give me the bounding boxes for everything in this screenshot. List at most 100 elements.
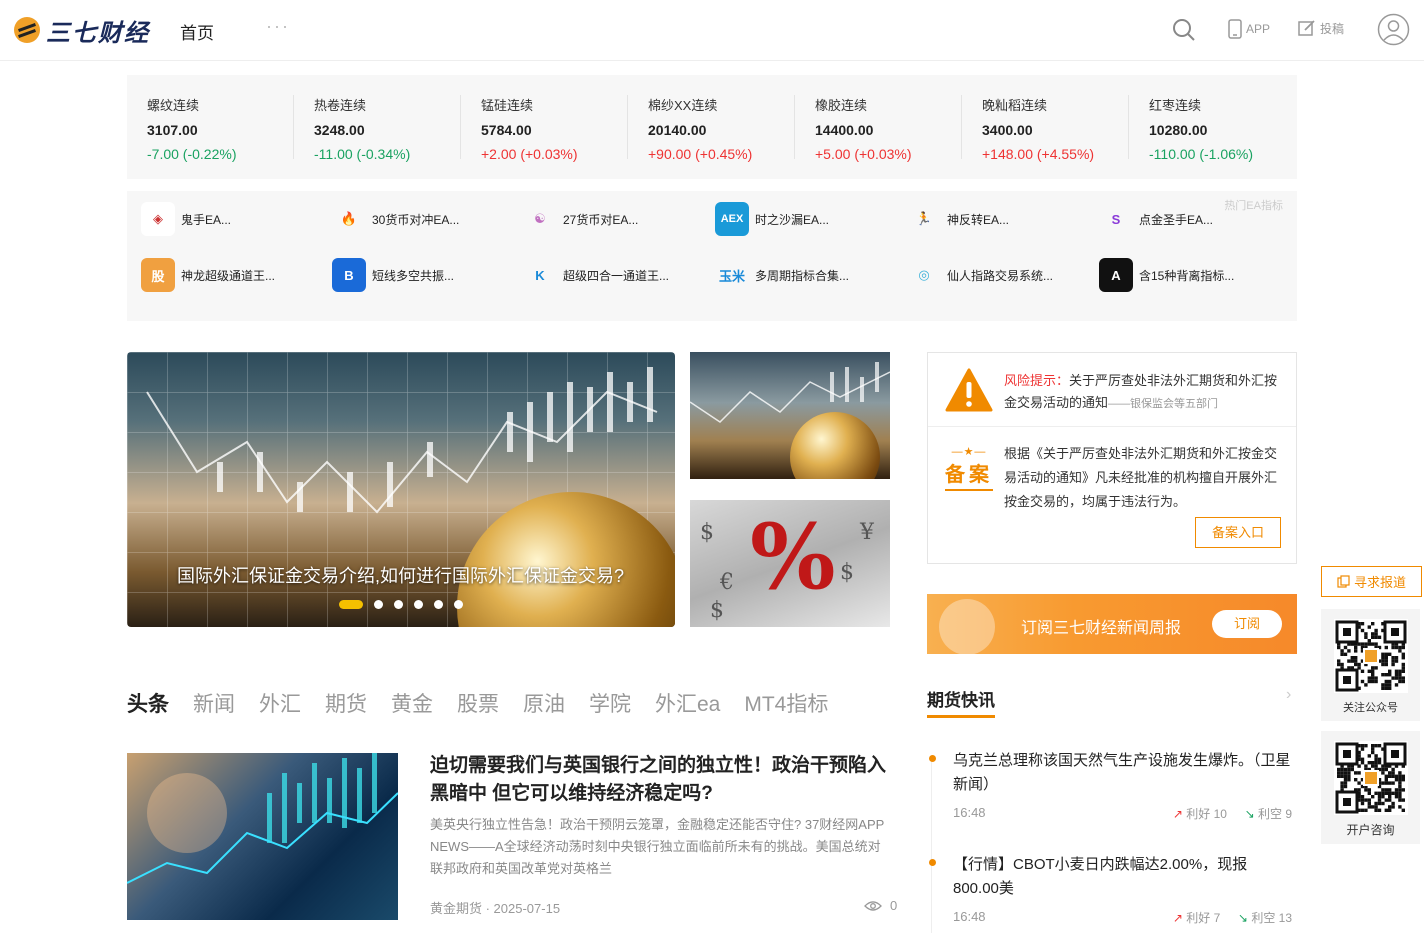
- featured-thumb-globe[interactable]: [690, 352, 890, 479]
- timeline-dot: [929, 755, 936, 762]
- post-label: 投稿: [1320, 21, 1345, 36]
- quote-price: 14400.00: [815, 122, 874, 138]
- ea-item-name: 神龙超级通道王...: [181, 268, 276, 283]
- flash-text: 乌克兰总理称该国天然气生产设施发生爆炸。（卫星新闻）: [953, 752, 1291, 793]
- quote-item[interactable]: 红枣连续 10280.00 -110.00 (-1.06%): [1129, 95, 1296, 162]
- carousel-dot-active[interactable]: [339, 600, 363, 609]
- ea-item[interactable]: B 短线多空共振...: [332, 257, 517, 293]
- quote-change: -11.00 (-0.34%): [314, 146, 411, 162]
- risk-notice-text[interactable]: 风险提示：关于严厉查处非法外汇期货和外汇按金交易活动的通知——银保监会等五部门: [1004, 370, 1284, 415]
- newsletter-subscribe-banner[interactable]: 订阅三七财经新闻周报 订阅: [927, 594, 1297, 655]
- ea-item[interactable]: AEX 时之沙漏EA...: [715, 201, 900, 237]
- ea-item-name: 多周期指标合集...: [755, 268, 850, 283]
- chevron-right-icon[interactable]: ›: [1286, 686, 1291, 704]
- tab-forex[interactable]: 外汇: [259, 688, 301, 718]
- flash-time: 16:48: [953, 909, 986, 924]
- beian-label: 备案: [945, 458, 993, 491]
- risk-description: 根据《关于严厉查处非法外汇期货和外汇按金交易活动的通知》凡未经批准的机构擅自开展…: [1004, 446, 1278, 509]
- ea-item-name: 点金圣手EA...: [1139, 212, 1214, 227]
- ea-item-name: 超级四合一通道王...: [563, 268, 670, 283]
- ea-item[interactable]: 股神龙超级通道王...: [141, 257, 326, 293]
- top-header: 三七财经 首页 ··· APP 投稿: [0, 0, 1424, 61]
- qr-pattern: [1335, 620, 1406, 692]
- main-banner-carousel[interactable]: 国际外汇保证金交易介绍,如何进行国际外汇保证金交易?: [127, 352, 675, 627]
- timeline-dot: [929, 859, 936, 866]
- qr-account-box: 开户咨询: [1321, 731, 1420, 844]
- risk-source: ——银保监会等五部门: [1108, 398, 1219, 410]
- logo-text: 三七财经: [46, 17, 150, 47]
- nav-more-icon[interactable]: ···: [266, 16, 290, 37]
- runner-icon: 🏃: [915, 211, 933, 226]
- futures-quote-bar: 螺纹连续 3107.00 -7.00 (-0.22%) 热卷连续 3248.00…: [127, 75, 1297, 179]
- tab-stocks[interactable]: 股票: [457, 688, 499, 718]
- quote-item[interactable]: 橡胶连续 14400.00 +5.00 (+0.03%): [795, 95, 962, 162]
- phone-icon: [1228, 19, 1242, 39]
- tab-news[interactable]: 新闻: [193, 688, 235, 718]
- quote-change: +5.00 (+0.03%): [815, 146, 912, 162]
- aex-icon: AEX: [715, 202, 749, 236]
- quote-change: +2.00 (+0.03%): [481, 146, 578, 162]
- article-thumbnail[interactable]: [127, 753, 398, 920]
- risk-notice-header: 风险提示：关于严厉查处非法外汇期货和外汇按金交易活动的通知——银保监会等五部门: [928, 353, 1296, 427]
- flash-item[interactable]: 乌克兰总理称该国天然气生产设施发生爆炸。（卫星新闻） 16:48 ↗ 利好 10…: [927, 749, 1292, 822]
- ea-item[interactable]: K 超级四合一通道王...: [523, 257, 708, 293]
- user-avatar-icon[interactable]: [1377, 13, 1410, 46]
- euro-sign-icon: €: [720, 570, 734, 595]
- ea-item[interactable]: 玉米 多周期指标合集...: [715, 257, 900, 293]
- ea-item[interactable]: ☯ 27货币对EA...: [523, 201, 708, 237]
- app-download-link[interactable]: APP: [1228, 19, 1270, 39]
- seek-report-label: 寻求报道: [1353, 575, 1406, 590]
- percent-graphic: %: [750, 504, 836, 610]
- subscribe-button[interactable]: 订阅: [1212, 610, 1282, 638]
- article-title[interactable]: 迫切需要我们与英国银行之间的独立性！政治干预陷入黑暗中 但它可以维持经济稳定吗?: [430, 752, 898, 808]
- site-logo[interactable]: 三七财经: [14, 14, 150, 47]
- quote-price: 10280.00: [1149, 122, 1208, 138]
- flame-drop-icon: 🔥: [340, 211, 358, 226]
- carousel-dot[interactable]: [374, 600, 383, 609]
- tab-forex-ea[interactable]: 外汇ea: [655, 688, 720, 718]
- b-logo-icon: B: [332, 258, 366, 292]
- quote-item[interactable]: 螺纹连续 3107.00 -7.00 (-0.22%): [127, 95, 294, 162]
- ea-item[interactable]: 🔥 30货币对冲EA...: [332, 201, 517, 237]
- ea-item-name: 27货币对EA...: [563, 212, 639, 227]
- bearish-vote[interactable]: ↘ 利空 9: [1245, 807, 1292, 821]
- flash-time: 16:48: [953, 805, 986, 820]
- tab-futures[interactable]: 期货: [325, 688, 367, 718]
- featured-thumb-percent[interactable]: $ € $ ¥ $ %: [690, 500, 890, 627]
- bearish-vote[interactable]: ↘ 利空 13: [1238, 911, 1292, 925]
- tab-oil[interactable]: 原油: [523, 688, 565, 718]
- ea-item[interactable]: A 含15种背离指标...: [1099, 257, 1284, 293]
- tab-headline[interactable]: 头条: [127, 688, 169, 718]
- tab-academy[interactable]: 学院: [589, 688, 631, 718]
- ea-item[interactable]: S 点金圣手EA...: [1099, 201, 1284, 237]
- tab-gold[interactable]: 黄金: [391, 688, 433, 718]
- flash-item[interactable]: 【行情】CBOT小麦日内跌幅达2.00%，现报800.00美 16:48 ↗ 利…: [927, 853, 1292, 926]
- carousel-dot[interactable]: [414, 600, 423, 609]
- bullish-vote[interactable]: ↗ 利好 10: [1173, 807, 1227, 821]
- a-logo-icon: A: [1099, 258, 1133, 292]
- cube-s-icon: S: [1111, 211, 1121, 227]
- carousel-dot[interactable]: [394, 600, 403, 609]
- futures-flash-title[interactable]: 期货快讯: [927, 686, 995, 718]
- risk-title-prefix: 风险提示：: [1004, 373, 1070, 388]
- trend-down-icon: ↘: [1244, 807, 1255, 821]
- ea-item[interactable]: ◈ 鬼手EA...: [141, 201, 326, 237]
- article-views: 0: [864, 898, 897, 913]
- submit-article-link[interactable]: 投稿: [1298, 19, 1344, 37]
- quote-item[interactable]: 锰硅连续 5784.00 +2.00 (+0.03%): [461, 95, 628, 162]
- quote-item[interactable]: 棉纱XX连续 20140.00 +90.00 (+0.45%): [628, 95, 795, 162]
- carousel-dot[interactable]: [454, 600, 463, 609]
- tab-mt4-indicators[interactable]: MT4指标: [744, 688, 828, 718]
- quote-item[interactable]: 晚籼稻连续 3400.00 +148.00 (+4.55%): [962, 95, 1129, 162]
- quote-name: 晚籼稻连续: [982, 98, 1048, 113]
- bullish-vote[interactable]: ↗ 利好 7: [1173, 911, 1220, 925]
- ea-item[interactable]: 🏃 神反转EA...: [907, 201, 1092, 237]
- seek-report-button[interactable]: 寻求报道: [1321, 566, 1422, 597]
- nav-home[interactable]: 首页: [180, 19, 214, 44]
- banner-caption[interactable]: 国际外汇保证金交易介绍,如何进行国际外汇保证金交易?: [177, 562, 624, 588]
- carousel-dot[interactable]: [434, 600, 443, 609]
- search-icon[interactable]: [1172, 18, 1196, 42]
- quote-item[interactable]: 热卷连续 3248.00 -11.00 (-0.34%): [294, 95, 461, 162]
- beian-entry-button[interactable]: 备案入口: [1195, 517, 1281, 548]
- ea-item[interactable]: ◎ 仙人指路交易系统...: [907, 257, 1092, 293]
